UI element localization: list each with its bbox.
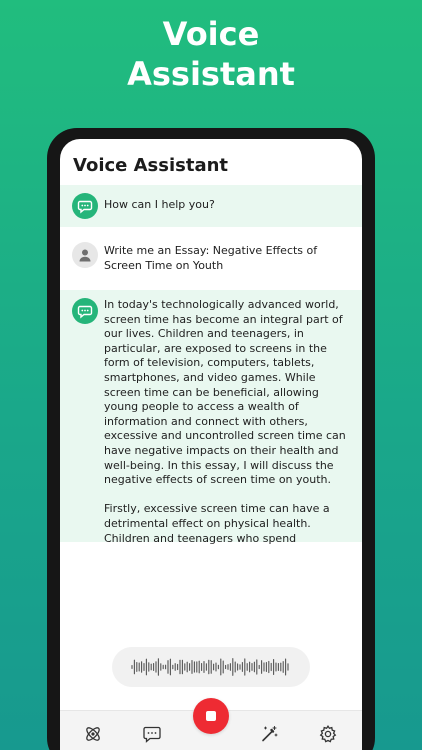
record-stop-button[interactable] [193, 698, 229, 734]
essay-line: Firstly, excessive screen time can have … [104, 502, 330, 516]
chat-message-text: In today's technologically advanced worl… [104, 298, 346, 546]
chat-message-text: Write me an Essay: Negative Effects of S… [104, 242, 317, 273]
essay-line: form of television, computers, tablets, [104, 356, 315, 370]
assistant-avatar [72, 298, 98, 324]
essay-line: excessive and uncontrolled screen time c… [104, 429, 346, 443]
nav-settings-button[interactable] [317, 723, 339, 745]
essay-line: screen time can be beneficial, allowing [104, 385, 319, 399]
chat-bubble-icon [77, 305, 93, 319]
essay-paragraph-2: Firstly, excessive screen time can have … [104, 502, 346, 546]
page-title: Voice Assistant [73, 155, 229, 176]
chat-message-text: How can I help you? [104, 198, 215, 211]
chat-message-bot: In today's technologically advanced worl… [60, 290, 362, 545]
essay-line: Children and teenagers who spend [104, 531, 297, 545]
essay-line: information and connect with others, [104, 414, 308, 428]
chat-message-line: Screen Time on Youth [104, 258, 224, 272]
nav-chat-button[interactable] [141, 723, 163, 745]
hero-title-line1: Voice [162, 15, 260, 53]
essay-line: smartphones, and video games. While [104, 370, 316, 384]
essay-line: well-being. In this essay, I will discus… [104, 458, 334, 472]
essay-line: detrimental effect on physical health. [104, 516, 311, 530]
chat-message-user: Write me an Essay: Negative Effects of S… [60, 235, 362, 281]
waveform-icon [131, 658, 289, 676]
app-screen: Voice Assistant How can I help you? Writ… [60, 139, 362, 750]
nav-magic-button[interactable] [258, 723, 280, 745]
essay-line: have negative impacts on their health an… [104, 443, 339, 457]
essay-line: screen time has become an integral part … [104, 312, 343, 326]
voice-waveform [112, 647, 310, 687]
chat-message-bot: How can I help you? [60, 185, 362, 227]
chat-icon [143, 726, 161, 743]
nav-atom-button[interactable] [82, 723, 104, 745]
hero-title: Voice Assistant [0, 14, 422, 94]
chat-bubble-icon [77, 200, 93, 214]
stop-icon [206, 711, 216, 721]
gear-icon [319, 725, 337, 743]
essay-line: young people to access a wealth of [104, 400, 299, 414]
essay-line: negative effects of screen time on youth… [104, 473, 332, 487]
assistant-avatar [72, 193, 98, 219]
essay-line: particular, are exposed to screens in th… [104, 341, 327, 355]
chat-message-line: Write me an Essay: Negative Effects of [104, 244, 318, 257]
essay-paragraph-1: In today's technologically advanced worl… [104, 298, 346, 488]
essay-line: In today's technologically advanced worl… [104, 298, 339, 311]
person-icon [79, 249, 91, 262]
essay-line: our lives. Children and teenagers, in [104, 327, 304, 341]
hero-title-line2: Assistant [127, 55, 295, 93]
atom-icon [86, 727, 100, 741]
user-avatar [72, 242, 98, 268]
magic-wand-icon [262, 725, 278, 742]
